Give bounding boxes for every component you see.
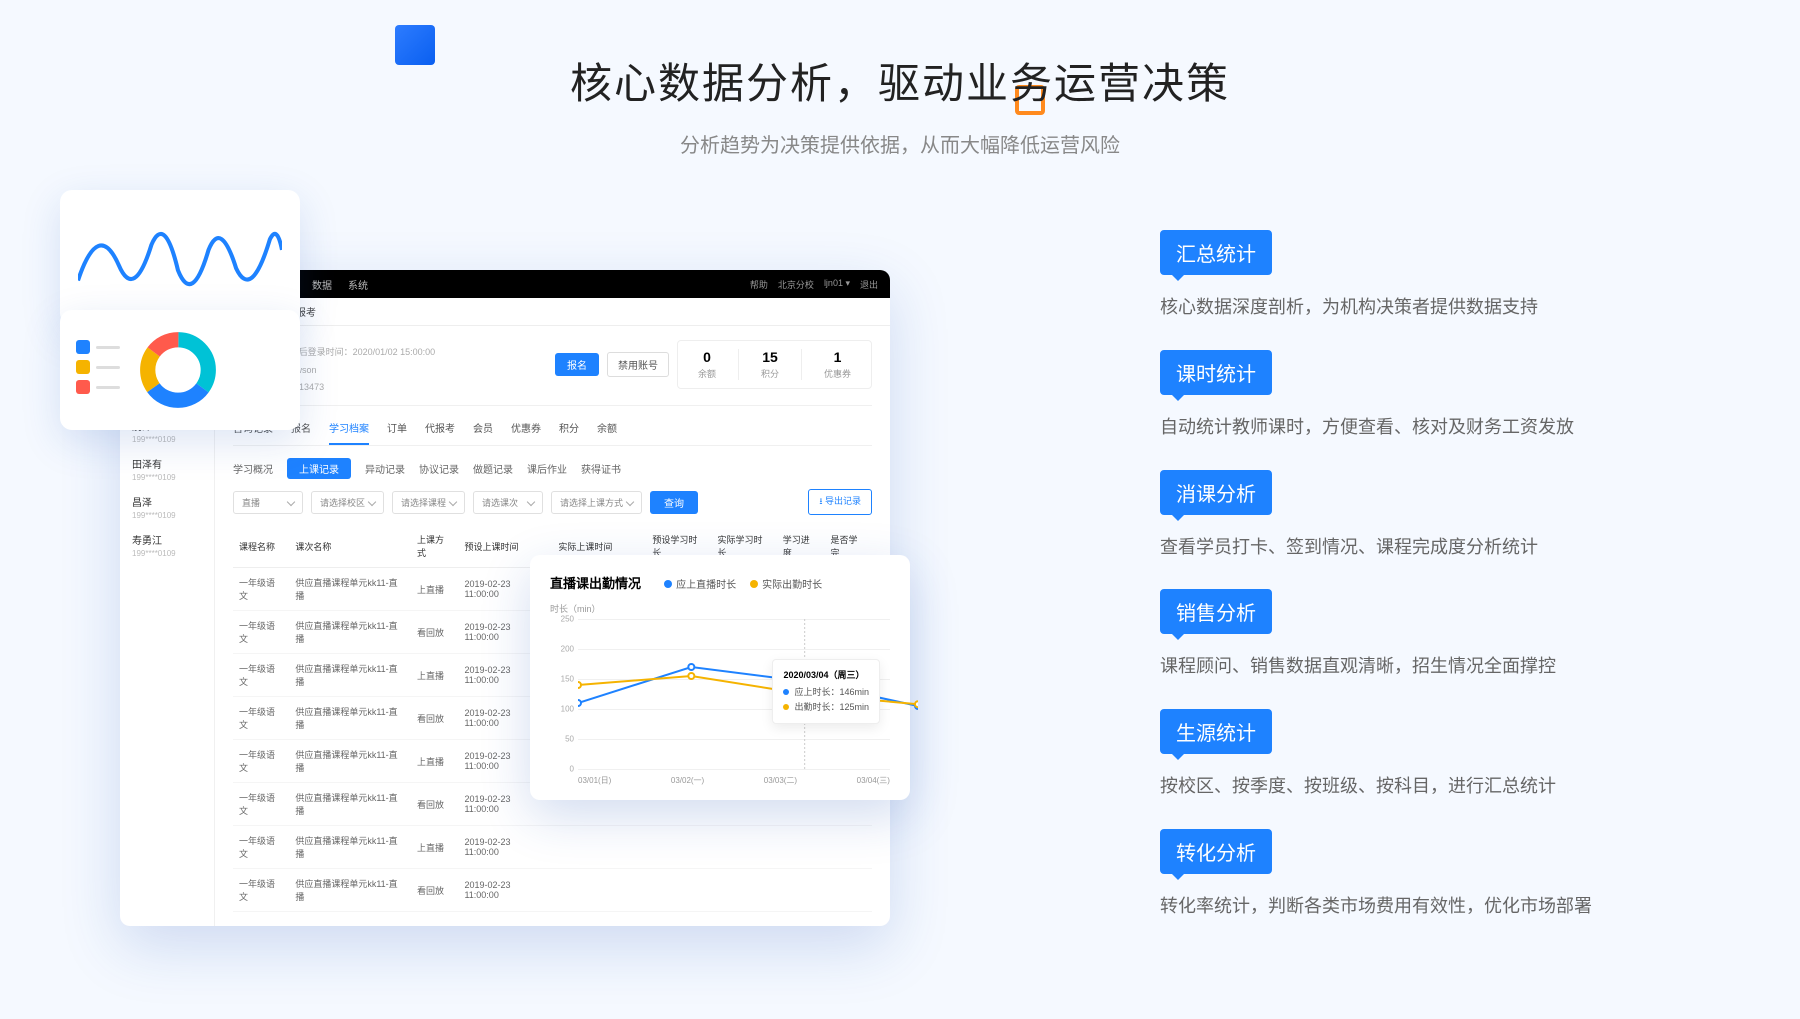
disable-account-button[interactable]: 禁用账号	[607, 352, 669, 377]
record-subtabs: 学习概况 上课记录 异动记录 协议记录 做题记录 课后作业 获得证书	[233, 458, 872, 479]
feature-desc: 核心数据深度剖析，为机构决策者提供数据支持	[1160, 293, 1680, 322]
table-row[interactable]: 一年级语文供应直播课程单元kk11-直播看回放2019-02-23 11:00:…	[233, 869, 872, 912]
search-button[interactable]: 查询	[650, 491, 698, 514]
subtab-active[interactable]: 上课记录	[287, 458, 351, 479]
chevron-down-icon	[527, 498, 535, 506]
chevron-down-icon	[368, 498, 376, 506]
campus-selector[interactable]: 北京分校	[778, 278, 814, 291]
help-link[interactable]: 帮助	[750, 278, 768, 291]
table-row[interactable]: 一年级语文供应直播课程单元kk11-直播上直播2019-02-23 11:00:…	[233, 826, 872, 869]
nav-item[interactable]: 数据	[312, 277, 332, 292]
wave-chart-icon	[78, 208, 282, 307]
tab-item[interactable]: 代报考	[425, 420, 455, 445]
export-button[interactable]: ⭳ 导出记录	[808, 489, 872, 515]
logout-link[interactable]: 退出	[860, 278, 878, 291]
donut-chart-icon	[138, 330, 218, 410]
sidebar-item[interactable]: 昌泽199****0109	[120, 488, 214, 526]
feature-desc: 查看学员打卡、签到情况、课程完成度分析统计	[1160, 533, 1680, 562]
filter-method-select[interactable]: 请选择上课方式	[551, 491, 642, 514]
tab-item[interactable]: 余额	[597, 420, 617, 445]
subtab-plan[interactable]: 学习概况	[233, 461, 273, 476]
feature-tag-consume: 消课分析	[1160, 470, 1272, 515]
filter-class-select[interactable]: 请选择课程	[392, 491, 465, 514]
chart-ylabel: 时长（min）	[550, 602, 890, 615]
sidebar-item[interactable]: 寿勇江199****0109	[120, 526, 214, 564]
tab-item[interactable]: 积分	[559, 420, 579, 445]
legend-item: 实际出勤时长	[750, 576, 822, 591]
subtab-item[interactable]: 做题记录	[473, 461, 513, 476]
attendance-chart-card: 直播课出勤情况 应上直播时长 实际出勤时长 时长（min） 0501001502…	[530, 555, 910, 800]
filter-lesson-select[interactable]: 请选课次	[473, 491, 543, 514]
feature-desc: 课程顾问、销售数据直观清晰，招生情况全面撑控	[1160, 652, 1680, 681]
export-icon: ⭳	[819, 496, 822, 506]
chevron-down-icon	[626, 498, 634, 506]
tab-item[interactable]: 优惠券	[511, 420, 541, 445]
feature-desc: 转化率统计，判断各类市场费用有效性，优化市场部署	[1160, 892, 1680, 921]
filter-school-select[interactable]: 请选择校区	[311, 491, 384, 514]
hero-subtitle: 分析趋势为决策提供依据，从而大幅降低运营风险	[0, 129, 1800, 158]
chevron-down-icon	[287, 498, 295, 506]
detail-tabs: 咨询记录 报名 学习档案 订单 代报考 会员 优惠券 积分 余额	[233, 420, 872, 446]
col-header: 上课方式	[411, 525, 459, 568]
user-menu[interactable]: ljn01 ▾	[824, 278, 850, 291]
chart-tooltip: 2020/03/04（周三） 应上时长：146min 出勤时长：125min	[772, 659, 880, 724]
sidebar-item[interactable]: 田泽有199****0109	[120, 450, 214, 488]
tab-item[interactable]: 会员	[473, 420, 493, 445]
subtab-item[interactable]: 协议记录	[419, 461, 459, 476]
feature-tag-sales: 销售分析	[1160, 589, 1272, 634]
feature-desc: 按校区、按季度、按班级、按科目，进行汇总统计	[1160, 772, 1680, 801]
hero-title: 核心数据分析，驱动业务运营决策	[0, 50, 1800, 111]
nav-item[interactable]: 系统	[348, 277, 368, 292]
feature-tag-summary: 汇总统计	[1160, 230, 1272, 275]
tab-item[interactable]: 订单	[387, 420, 407, 445]
subtab-item[interactable]: 异动记录	[365, 461, 405, 476]
col-header: 课程名称	[233, 525, 289, 568]
enroll-button[interactable]: 报名	[555, 353, 599, 376]
tab-item-active[interactable]: 学习档案	[329, 420, 369, 445]
float-donut-card	[60, 310, 300, 430]
chevron-down-icon	[449, 498, 457, 506]
feature-tag-convert: 转化分析	[1160, 829, 1272, 874]
stats-block: 0余额 15积分 1优惠券	[677, 340, 872, 389]
feature-list: 汇总统计核心数据深度剖析，为机构决策者提供数据支持 课时统计自动统计教师课时，方…	[1160, 230, 1680, 949]
feature-tag-source: 生源统计	[1160, 709, 1272, 754]
donut-legend	[76, 340, 120, 400]
legend-item: 应上直播时长	[664, 576, 736, 591]
subtab-item[interactable]: 课后作业	[527, 461, 567, 476]
filter-bar: 直播 请选择校区 请选择课程 请选课次 请选择上课方式 查询 ⭳ 导出记录	[233, 489, 872, 515]
feature-tag-hours: 课时统计	[1160, 350, 1272, 395]
subtab-item[interactable]: 获得证书	[581, 461, 621, 476]
float-wave-card	[60, 190, 300, 325]
chart-title: 直播课出勤情况	[550, 576, 641, 591]
filter-type-select[interactable]: 直播	[233, 491, 303, 514]
chart-plot-area: 050100150200250 2020/03/04（周三） 应上时长：146m…	[550, 619, 890, 769]
feature-desc: 自动统计教师课时，方便查看、核对及财务工资发放	[1160, 413, 1680, 442]
col-header: 课次名称	[289, 525, 411, 568]
